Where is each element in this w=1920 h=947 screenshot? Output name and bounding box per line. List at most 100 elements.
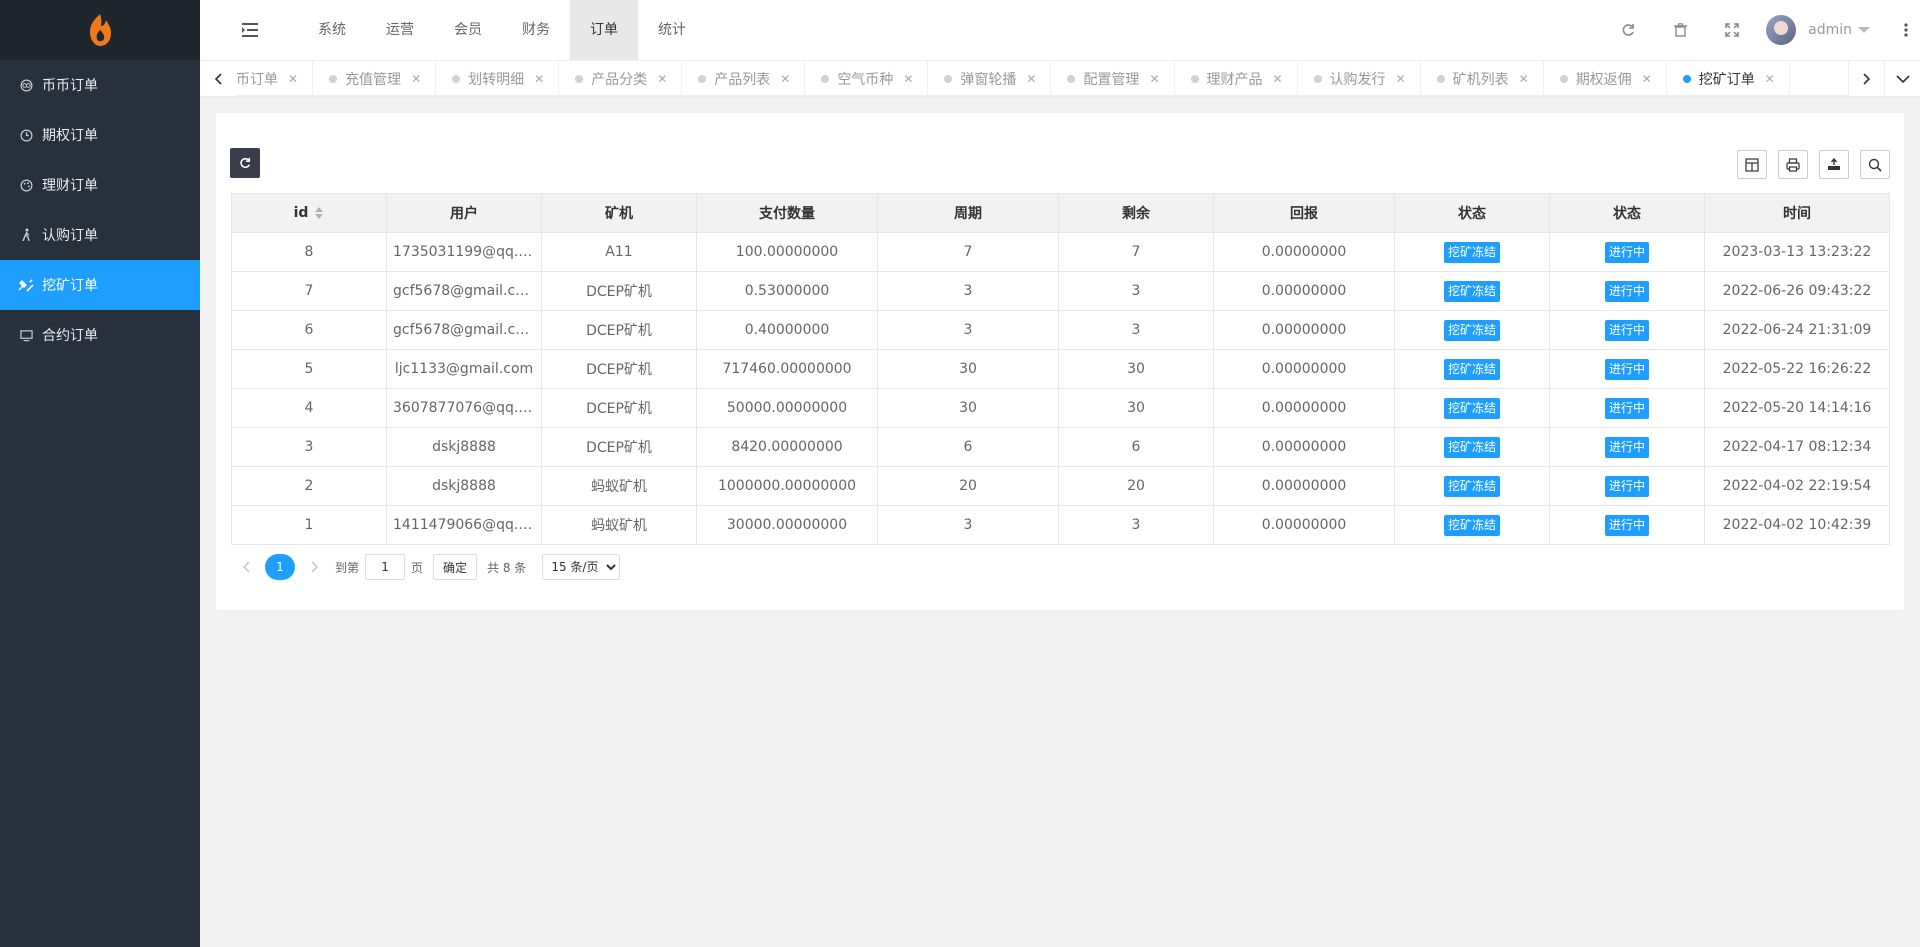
goto-page-input[interactable] xyxy=(365,554,406,580)
table-cell: 0.00000000 xyxy=(1213,310,1395,350)
logo[interactable] xyxy=(0,0,200,60)
tab-close-icon[interactable]: ✕ xyxy=(1519,72,1529,86)
table-row: 8 1735031199@qq.com A11 100.00000000 7 7 0.000… xyxy=(231,232,1890,272)
sidebar-item-3[interactable]: 认购订单 xyxy=(0,210,200,260)
table-cell: 挖矿冻结 xyxy=(1394,349,1550,389)
table-cell: DCEP矿机 xyxy=(541,310,697,350)
column-header-label: 周期 xyxy=(954,206,982,222)
sidebar-item-1[interactable]: 期权订单 xyxy=(0,110,200,160)
table-cell: ljc1133@gmail.com xyxy=(386,349,542,389)
pagination: 1 到第 页 确定 共 8 条 15 条/页 xyxy=(231,553,621,581)
sort-icon[interactable] xyxy=(314,207,324,219)
tab-close-icon[interactable]: ✕ xyxy=(1149,72,1159,86)
tab-item[interactable]: 空气币种 ✕ xyxy=(805,61,929,96)
tab-close-icon[interactable]: ✕ xyxy=(1026,72,1036,86)
tab-item[interactable]: 矿机列表 ✕ xyxy=(1421,61,1544,96)
print-icon[interactable] xyxy=(1778,150,1808,179)
table-cell: 挖矿冻结 xyxy=(1394,466,1550,506)
tabs-dropdown-icon[interactable] xyxy=(1884,61,1920,96)
tab-dot-icon xyxy=(575,74,584,83)
table-cell: 5 xyxy=(231,349,387,389)
column-header-label: id xyxy=(293,205,309,221)
top-menu-item[interactable]: 统计 xyxy=(638,0,706,60)
table-refresh-button[interactable] xyxy=(230,148,260,178)
user-menu[interactable]: admin xyxy=(1758,0,1892,60)
top-menu-item[interactable]: 财务 xyxy=(502,0,570,60)
table-cell: 蚂蚁矿机 xyxy=(541,466,697,506)
tab-label: 划转明细 xyxy=(468,71,525,88)
avatar xyxy=(1766,15,1797,45)
tab-item[interactable]: 配置管理 ✕ xyxy=(1051,61,1175,96)
columns-filter-icon[interactable] xyxy=(1737,150,1767,179)
search-icon[interactable] xyxy=(1860,150,1890,179)
table-cell: 进行中 xyxy=(1549,271,1705,311)
tab-item[interactable]: 期权返佣 ✕ xyxy=(1544,61,1667,96)
tab-item[interactable]: 充值管理 ✕ xyxy=(313,61,437,96)
tab-item[interactable]: 认购发行 ✕ xyxy=(1298,61,1421,96)
main-card: id 用户 矿机 支付数量 周期 剩余 回报 状态 状态 时间 8 1735031199@qq.co… xyxy=(216,113,1904,610)
table-cell: 挖矿冻结 xyxy=(1394,505,1550,545)
tab-dot-icon xyxy=(452,74,461,83)
table-cell: gcf5678@gmail.com xyxy=(386,271,542,311)
column-header: 回报 xyxy=(1213,193,1395,233)
sidebar-item-4[interactable]: 挖矿订单 xyxy=(0,260,200,310)
sidebar-item-5[interactable]: 合约订单 xyxy=(0,310,200,360)
table-cell: 0.00000000 xyxy=(1213,349,1395,389)
top-menu-item[interactable]: 订单 xyxy=(570,0,638,60)
status-badge: 进行中 xyxy=(1604,436,1649,458)
tab-close-icon[interactable]: ✕ xyxy=(534,72,544,86)
tabs-scroll-right-icon[interactable] xyxy=(1848,61,1884,96)
tab-item[interactable]: 划转明细 ✕ xyxy=(436,61,560,96)
prev-page-icon[interactable] xyxy=(231,553,261,581)
goto-confirm-button[interactable]: 确定 xyxy=(433,554,478,580)
fullscreen-icon[interactable] xyxy=(1706,0,1758,60)
column-header[interactable]: id xyxy=(231,193,387,233)
more-vertical-icon[interactable] xyxy=(1892,0,1920,60)
top-menu-item[interactable]: 系统 xyxy=(298,0,366,60)
top-menu: 系统 运营 会员 财务 订单 统计 xyxy=(298,0,706,60)
table-cell: 0.00000000 xyxy=(1213,505,1395,545)
tab-close-icon[interactable]: ✕ xyxy=(903,72,913,86)
tab-dot-icon xyxy=(1436,74,1445,83)
tab-close-icon[interactable]: ✕ xyxy=(780,72,790,86)
table-cell: 3 xyxy=(1058,505,1214,545)
column-header: 矿机 xyxy=(541,193,697,233)
sidebar-item-2[interactable]: 理财订单 xyxy=(0,160,200,210)
tab-close-icon[interactable]: ✕ xyxy=(1396,72,1406,86)
tab-item[interactable]: 挖矿订单 ✕ xyxy=(1667,61,1790,96)
sidebar-nav: 币币订单 期权订单理财订单认购订单 挖矿订单 合约订单 xyxy=(0,60,200,360)
tab-close-icon[interactable]: ✕ xyxy=(1765,72,1775,86)
trash-icon[interactable] xyxy=(1654,0,1706,60)
top-menu-item[interactable]: 会员 xyxy=(434,0,502,60)
column-header: 支付数量 xyxy=(696,193,878,233)
table-cell: 6 xyxy=(231,310,387,350)
tab-close-icon[interactable]: ✕ xyxy=(1273,72,1283,86)
page-size-select[interactable]: 15 条/页 xyxy=(542,554,621,580)
top-menu-item[interactable]: 运营 xyxy=(366,0,434,60)
page-number-current[interactable]: 1 xyxy=(265,554,295,580)
table-cell: 717460.00000000 xyxy=(696,349,878,389)
menu-toggle-icon[interactable] xyxy=(240,20,260,40)
table-cell: 进行中 xyxy=(1549,232,1705,272)
tab-close-icon[interactable]: ✕ xyxy=(288,72,298,86)
refresh-icon[interactable] xyxy=(1602,0,1654,60)
table-cell: 30000.00000000 xyxy=(696,505,878,545)
tabs-scroll-left-icon[interactable] xyxy=(200,61,236,96)
table-cell: 挖矿冻结 xyxy=(1394,271,1550,311)
tab-close-icon[interactable]: ✕ xyxy=(1642,72,1652,86)
sidebar-item-label: 理财订单 xyxy=(42,178,98,194)
tab-item[interactable]: 产品分类 ✕ xyxy=(559,61,683,96)
tab-item[interactable]: 币订单 ✕ xyxy=(236,61,314,96)
next-page-icon[interactable] xyxy=(299,553,329,581)
column-header-label: 剩余 xyxy=(1122,206,1150,222)
export-icon[interactable] xyxy=(1819,150,1849,179)
tab-item[interactable]: 理财产品 ✕ xyxy=(1175,61,1298,96)
tab-close-icon[interactable]: ✕ xyxy=(411,72,421,86)
tab-close-icon[interactable]: ✕ xyxy=(657,72,667,86)
tab-dot-icon xyxy=(1190,74,1199,83)
tab-item[interactable]: 弹窗轮播 ✕ xyxy=(928,61,1052,96)
tab-item[interactable]: 产品列表 ✕ xyxy=(682,61,806,96)
tab-label: 产品分类 xyxy=(591,71,648,88)
sidebar-item-0[interactable]: 币币订单 xyxy=(0,60,200,110)
currency-icon xyxy=(18,77,34,93)
